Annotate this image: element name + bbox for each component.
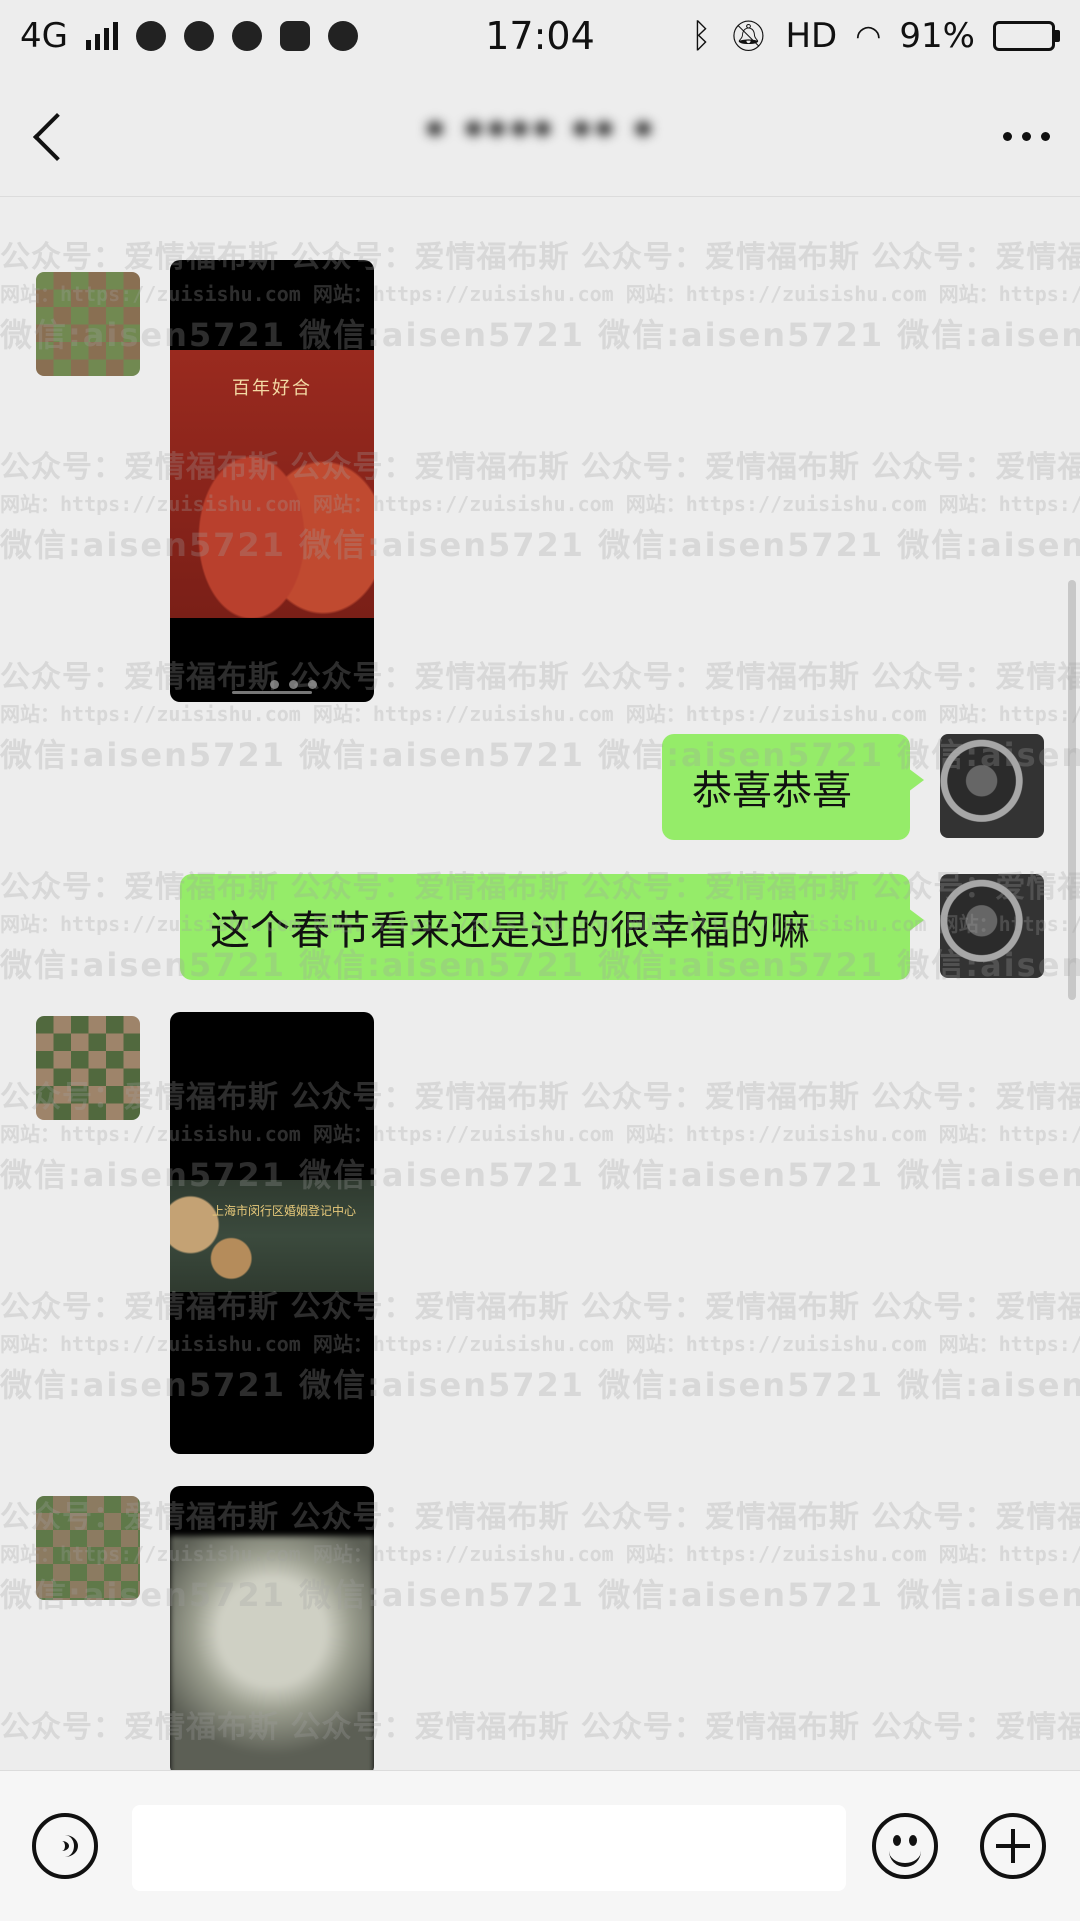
watermark-line: 微信:aisen5721 微信:aisen5721 微信:aisen5721 微… bbox=[0, 316, 1080, 354]
browser-icon bbox=[231, 21, 262, 51]
network-label: 4G bbox=[20, 16, 68, 56]
wechat-icon bbox=[183, 21, 214, 51]
battery-icon bbox=[993, 21, 1060, 51]
clock-icon bbox=[135, 21, 166, 51]
wifi-icon: ◠ bbox=[855, 18, 882, 54]
registry-photo: 上海市闵行区婚姻登记中心 bbox=[170, 1180, 374, 1292]
watermark-line: 网站：https://zuisishu.com 网站：https://zuisi… bbox=[0, 702, 1080, 726]
watermark: 公众号：爱情福布斯 公众号：爱情福布斯 公众号：爱情福布斯 公众号：爱情福布斯 … bbox=[0, 210, 1080, 1770]
watermark-line: 微信:aisen5721 微信:aisen5721 微信:aisen5721 微… bbox=[0, 1366, 1080, 1404]
watermark-line: 公众号：爱情福布斯 公众号：爱情福布斯 公众号：爱情福布斯 公众号：爱情福布斯 … bbox=[0, 1500, 1080, 1535]
my-avatar[interactable] bbox=[940, 874, 1044, 978]
message-input[interactable] bbox=[132, 1805, 846, 1891]
chat-header: * **** ** * bbox=[0, 76, 1080, 196]
page-dots bbox=[270, 680, 317, 689]
message-text: 这个春节看来还是过的很幸福的嘛 bbox=[210, 908, 810, 954]
watermark-line: 公众号：爱情福布斯 公众号：爱情福布斯 公众号：爱情福布斯 公众号：爱情福布斯 … bbox=[0, 1080, 1080, 1115]
message-text: 恭喜恭喜 bbox=[692, 768, 852, 814]
watermark-line: 网站：https://zuisishu.com 网站：https://zuisi… bbox=[0, 1542, 1080, 1566]
watermark-line: 网站：https://zuisishu.com 网站：https://zuisi… bbox=[0, 282, 1080, 306]
watermark-line: 公众号：爱情福布斯 公众号：爱情福布斯 公众号：爱情福布斯 公众号：爱情福布斯 … bbox=[0, 450, 1080, 485]
watermark-line: 微信:aisen5721 微信:aisen5721 微信:aisen5721 微… bbox=[0, 1576, 1080, 1614]
watermark-line: 网站：https://zuisishu.com 网站：https://zuisi… bbox=[0, 492, 1080, 516]
battery-percent: 91% bbox=[899, 16, 975, 56]
bluetooth-icon: ᛒ bbox=[690, 16, 712, 56]
contact-avatar[interactable] bbox=[36, 272, 140, 376]
header-divider bbox=[0, 196, 1080, 197]
scrollbar[interactable] bbox=[1068, 580, 1076, 1000]
message-bubble[interactable]: 恭喜恭喜 bbox=[662, 734, 924, 840]
watermark-line: 微信:aisen5721 微信:aisen5721 微信:aisen5721 微… bbox=[0, 1156, 1080, 1194]
status-time: 17:04 bbox=[485, 14, 595, 58]
watermark-line: 微信:aisen5721 微信:aisen5721 微信:aisen5721 微… bbox=[0, 526, 1080, 564]
food-photo bbox=[170, 1536, 374, 1776]
mute-icon: 🔕︎ bbox=[729, 18, 768, 54]
status-left: 4G bbox=[20, 16, 358, 56]
watermark-line: 网站：https://zuisishu.com 网站：https://zuisi… bbox=[0, 1122, 1080, 1146]
watermark-line: 网站：https://zuisishu.com 网站：https://zuisi… bbox=[0, 1332, 1080, 1356]
more-icon[interactable] bbox=[1003, 131, 1050, 141]
my-avatar[interactable] bbox=[940, 734, 1044, 838]
photo-caption: 上海市闵行区婚姻登记中心 bbox=[212, 1204, 357, 1218]
contact-avatar[interactable] bbox=[36, 1496, 140, 1600]
watermark-line: 公众号：爱情福布斯 公众号：爱情福布斯 公众号：爱情福布斯 公众号：爱情福布斯 … bbox=[0, 240, 1080, 275]
wedding-photo: 百年好合 bbox=[170, 350, 374, 618]
image-message[interactable] bbox=[170, 1486, 374, 1776]
signal-icon bbox=[85, 22, 118, 50]
emoji-icon[interactable] bbox=[872, 1813, 938, 1879]
status-bar: 4G 17:04 ᛒ 🔕︎ HD ◠ 91% bbox=[0, 0, 1080, 72]
hd-label: HD bbox=[785, 16, 838, 56]
status-right: ᛒ 🔕︎ HD ◠ 91% bbox=[691, 16, 1060, 56]
watermark-line: 公众号：爱情福布斯 公众号：爱情福布斯 公众号：爱情福布斯 公众号：爱情福布斯 … bbox=[0, 1710, 1080, 1745]
voice-icon[interactable] bbox=[32, 1813, 98, 1879]
home-indicator bbox=[232, 691, 312, 694]
contact-avatar[interactable] bbox=[36, 1016, 140, 1120]
back-icon[interactable] bbox=[30, 106, 70, 166]
image-message[interactable]: 上海市闵行区婚姻登记中心 bbox=[170, 1012, 374, 1454]
watermark-line: 公众号：爱情福布斯 公众号：爱情福布斯 公众号：爱情福布斯 公众号：爱情福布斯 … bbox=[0, 1290, 1080, 1325]
plus-icon[interactable] bbox=[980, 1813, 1046, 1879]
media-icon bbox=[279, 21, 310, 51]
input-bar bbox=[0, 1770, 1080, 1921]
watermark-line: 公众号：爱情福布斯 公众号：爱情福布斯 公众号：爱情福布斯 公众号：爱情福布斯 … bbox=[0, 660, 1080, 695]
app-icon bbox=[327, 21, 358, 51]
image-message[interactable]: 百年好合 bbox=[170, 260, 374, 702]
poster-title: 百年好合 bbox=[232, 378, 312, 399]
message-bubble[interactable]: 这个春节看来还是过的很幸福的嘛 bbox=[180, 874, 924, 980]
chat-title: * **** ** * bbox=[424, 113, 656, 159]
